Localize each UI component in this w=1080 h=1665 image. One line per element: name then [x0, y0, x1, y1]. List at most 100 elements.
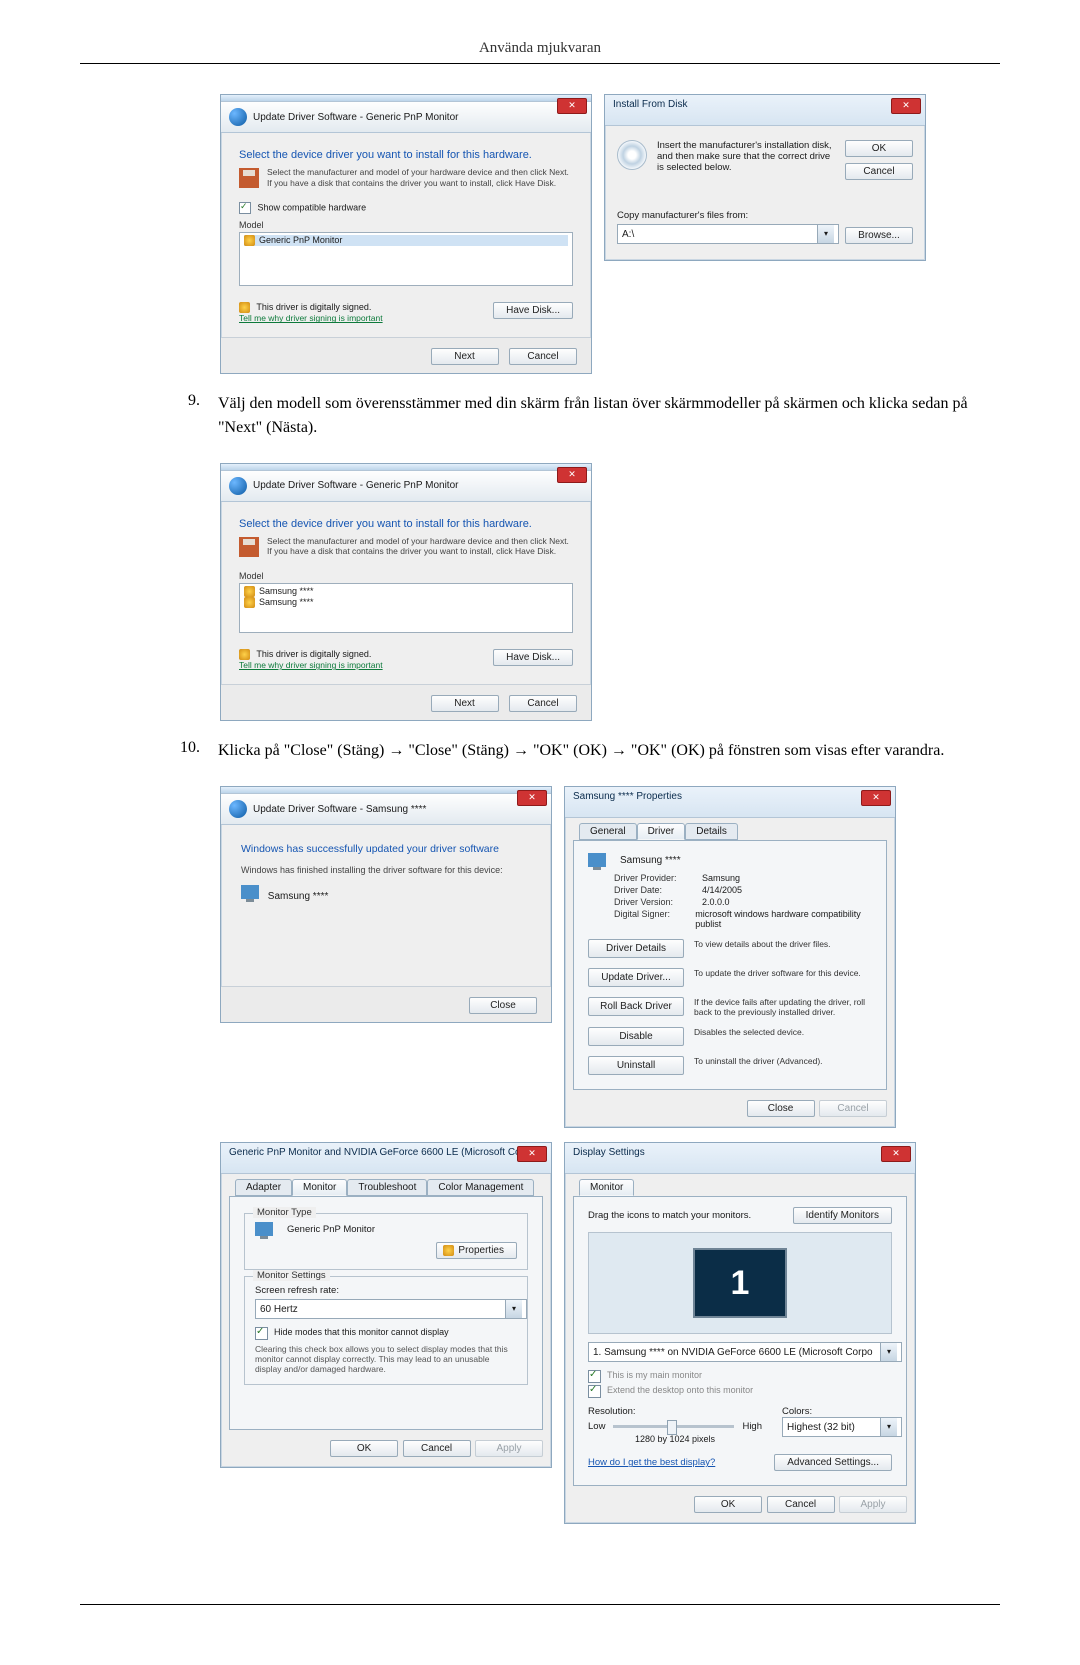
disk-icon	[239, 168, 259, 188]
cancel-button[interactable]: Cancel	[403, 1440, 471, 1457]
dialog-note: Select the manufacturer and model of you…	[267, 536, 573, 557]
colors-value: Highest (32 bit)	[787, 1422, 855, 1433]
colors-label: Colors:	[782, 1406, 892, 1417]
apply-button: Apply	[839, 1496, 907, 1513]
tab-adapter[interactable]: Adapter	[235, 1179, 292, 1196]
chevron-down-icon[interactable]: ▾	[505, 1300, 522, 1318]
model-list[interactable]: Generic PnP Monitor	[239, 232, 573, 286]
slider-high-label: High	[742, 1421, 762, 1432]
tab-details[interactable]: Details	[685, 823, 738, 840]
kv-key: Driver Provider:	[614, 873, 690, 883]
have-disk-button[interactable]: Have Disk...	[493, 649, 573, 666]
dialog-note: Select the manufacturer and model of you…	[267, 167, 573, 188]
list-item[interactable]: Samsung ****	[259, 586, 314, 596]
why-signing-link[interactable]: Tell me why driver signing is important	[239, 660, 383, 670]
kv-value: 2.0.0.0	[702, 897, 730, 907]
step-number: 9.	[80, 392, 218, 438]
extend-desktop-label: Extend the desktop onto this monitor	[607, 1385, 753, 1395]
kv-value: Samsung	[702, 873, 740, 883]
close-icon[interactable]	[517, 790, 547, 806]
next-button[interactable]: Next	[431, 348, 499, 365]
cd-icon	[617, 140, 647, 170]
refresh-rate-select[interactable]: 60 Hertz ▾	[255, 1299, 527, 1319]
dialog-title: Display Settings	[573, 1147, 645, 1158]
back-icon[interactable]	[229, 800, 247, 818]
show-compatible-checkbox[interactable]	[239, 202, 251, 214]
signed-text: This driver is digitally signed.	[256, 302, 371, 312]
model-list[interactable]: Samsung **** Samsung ****	[239, 583, 573, 633]
best-display-link[interactable]: How do I get the best display?	[588, 1457, 774, 1468]
close-icon[interactable]	[861, 790, 891, 806]
cancel-button[interactable]: Cancel	[509, 695, 577, 712]
hide-modes-checkbox[interactable]	[255, 1327, 268, 1340]
cancel-button[interactable]: Cancel	[767, 1496, 835, 1513]
resolution-label: Resolution:	[588, 1406, 762, 1417]
cancel-button[interactable]: Cancel	[509, 348, 577, 365]
identify-monitors-button[interactable]: Identify Monitors	[793, 1207, 892, 1224]
top-divider	[80, 63, 1000, 64]
close-icon[interactable]	[891, 98, 921, 114]
tab-driver[interactable]: Driver	[637, 823, 686, 840]
hide-modes-note: Clearing this check box allows you to se…	[255, 1344, 517, 1374]
chevron-down-icon[interactable]: ▾	[880, 1343, 897, 1361]
ok-button[interactable]: OK	[694, 1496, 762, 1513]
back-icon[interactable]	[229, 477, 247, 495]
dialog-message: Insert the manufacturer's installation d…	[657, 140, 835, 173]
resolution-slider[interactable]	[613, 1425, 734, 1428]
breadcrumb: Update Driver Software - Generic PnP Mon…	[253, 480, 458, 491]
tab-monitor[interactable]: Monitor	[292, 1179, 347, 1196]
path-combobox[interactable]: A:\ ▾	[617, 224, 839, 244]
list-item[interactable]: Generic PnP Monitor	[259, 235, 342, 245]
tab-color-management[interactable]: Color Management	[427, 1179, 534, 1196]
have-disk-button[interactable]: Have Disk...	[493, 302, 573, 319]
browse-button[interactable]: Browse...	[845, 227, 913, 244]
colors-select[interactable]: Highest (32 bit) ▾	[782, 1417, 902, 1437]
driver-details-button[interactable]: Driver Details	[588, 939, 684, 958]
page-header: Använda mjukvaran	[80, 40, 1000, 57]
close-icon[interactable]	[881, 1146, 911, 1162]
ok-button[interactable]: OK	[845, 140, 913, 157]
cancel-button[interactable]: Cancel	[845, 163, 913, 180]
tab-monitor[interactable]: Monitor	[579, 1179, 634, 1196]
rollback-driver-button[interactable]: Roll Back Driver	[588, 997, 684, 1016]
close-icon[interactable]	[517, 1146, 547, 1162]
update-success-dialog: Update Driver Software - Samsung **** Wi…	[220, 786, 552, 1023]
next-button[interactable]: Next	[431, 695, 499, 712]
slider-thumb[interactable]	[667, 1420, 677, 1435]
btn-desc: Disables the selected device.	[694, 1027, 872, 1037]
monitor-arrangement[interactable]: 1	[588, 1232, 892, 1334]
close-icon[interactable]	[557, 467, 587, 483]
tab-general[interactable]: General	[579, 823, 637, 840]
step-text: Klicka på "Close" (Stäng) → "Close" (Stä…	[218, 739, 1000, 762]
monitor-1-icon[interactable]: 1	[693, 1248, 787, 1318]
kv-key: Driver Version:	[614, 897, 690, 907]
update-driver-dialog-b: Update Driver Software - Generic PnP Mon…	[220, 463, 592, 721]
ok-button[interactable]: OK	[330, 1440, 398, 1457]
tab-troubleshoot[interactable]: Troubleshoot	[347, 1179, 427, 1196]
properties-button[interactable]: Properties	[436, 1242, 517, 1259]
display-select[interactable]: 1. Samsung **** on NVIDIA GeForce 6600 L…	[588, 1342, 902, 1362]
step-10: 10. Klicka på "Close" (Stäng) → "Close" …	[80, 739, 1000, 762]
why-signing-link[interactable]: Tell me why driver signing is important	[239, 313, 383, 323]
list-item[interactable]: Samsung ****	[259, 597, 314, 607]
dialog-title: Install From Disk	[613, 99, 687, 110]
close-button[interactable]: Close	[747, 1100, 815, 1117]
advanced-settings-button[interactable]: Advanced Settings...	[774, 1454, 892, 1471]
close-icon[interactable]	[557, 98, 587, 114]
bottom-divider	[80, 1604, 1000, 1605]
hide-modes-label: Hide modes that this monitor cannot disp…	[274, 1327, 449, 1337]
chevron-down-icon[interactable]: ▾	[817, 225, 834, 243]
kv-key: Digital Signer:	[614, 909, 683, 929]
disable-button[interactable]: Disable	[588, 1027, 684, 1046]
install-from-disk-dialog: Install From Disk Insert the manufacture…	[604, 94, 926, 261]
main-monitor-label: This is my main monitor	[607, 1370, 702, 1380]
back-icon[interactable]	[229, 108, 247, 126]
chevron-down-icon[interactable]: ▾	[880, 1418, 897, 1436]
update-driver-button[interactable]: Update Driver...	[588, 968, 684, 987]
uninstall-button[interactable]: Uninstall	[588, 1056, 684, 1075]
fieldset-legend: Monitor Type	[253, 1207, 316, 1218]
monitor-icon	[241, 885, 259, 899]
device-properties-dialog: Samsung **** Properties General Driver D…	[564, 786, 896, 1128]
shield-icon	[244, 597, 255, 608]
close-button[interactable]: Close	[469, 997, 537, 1014]
